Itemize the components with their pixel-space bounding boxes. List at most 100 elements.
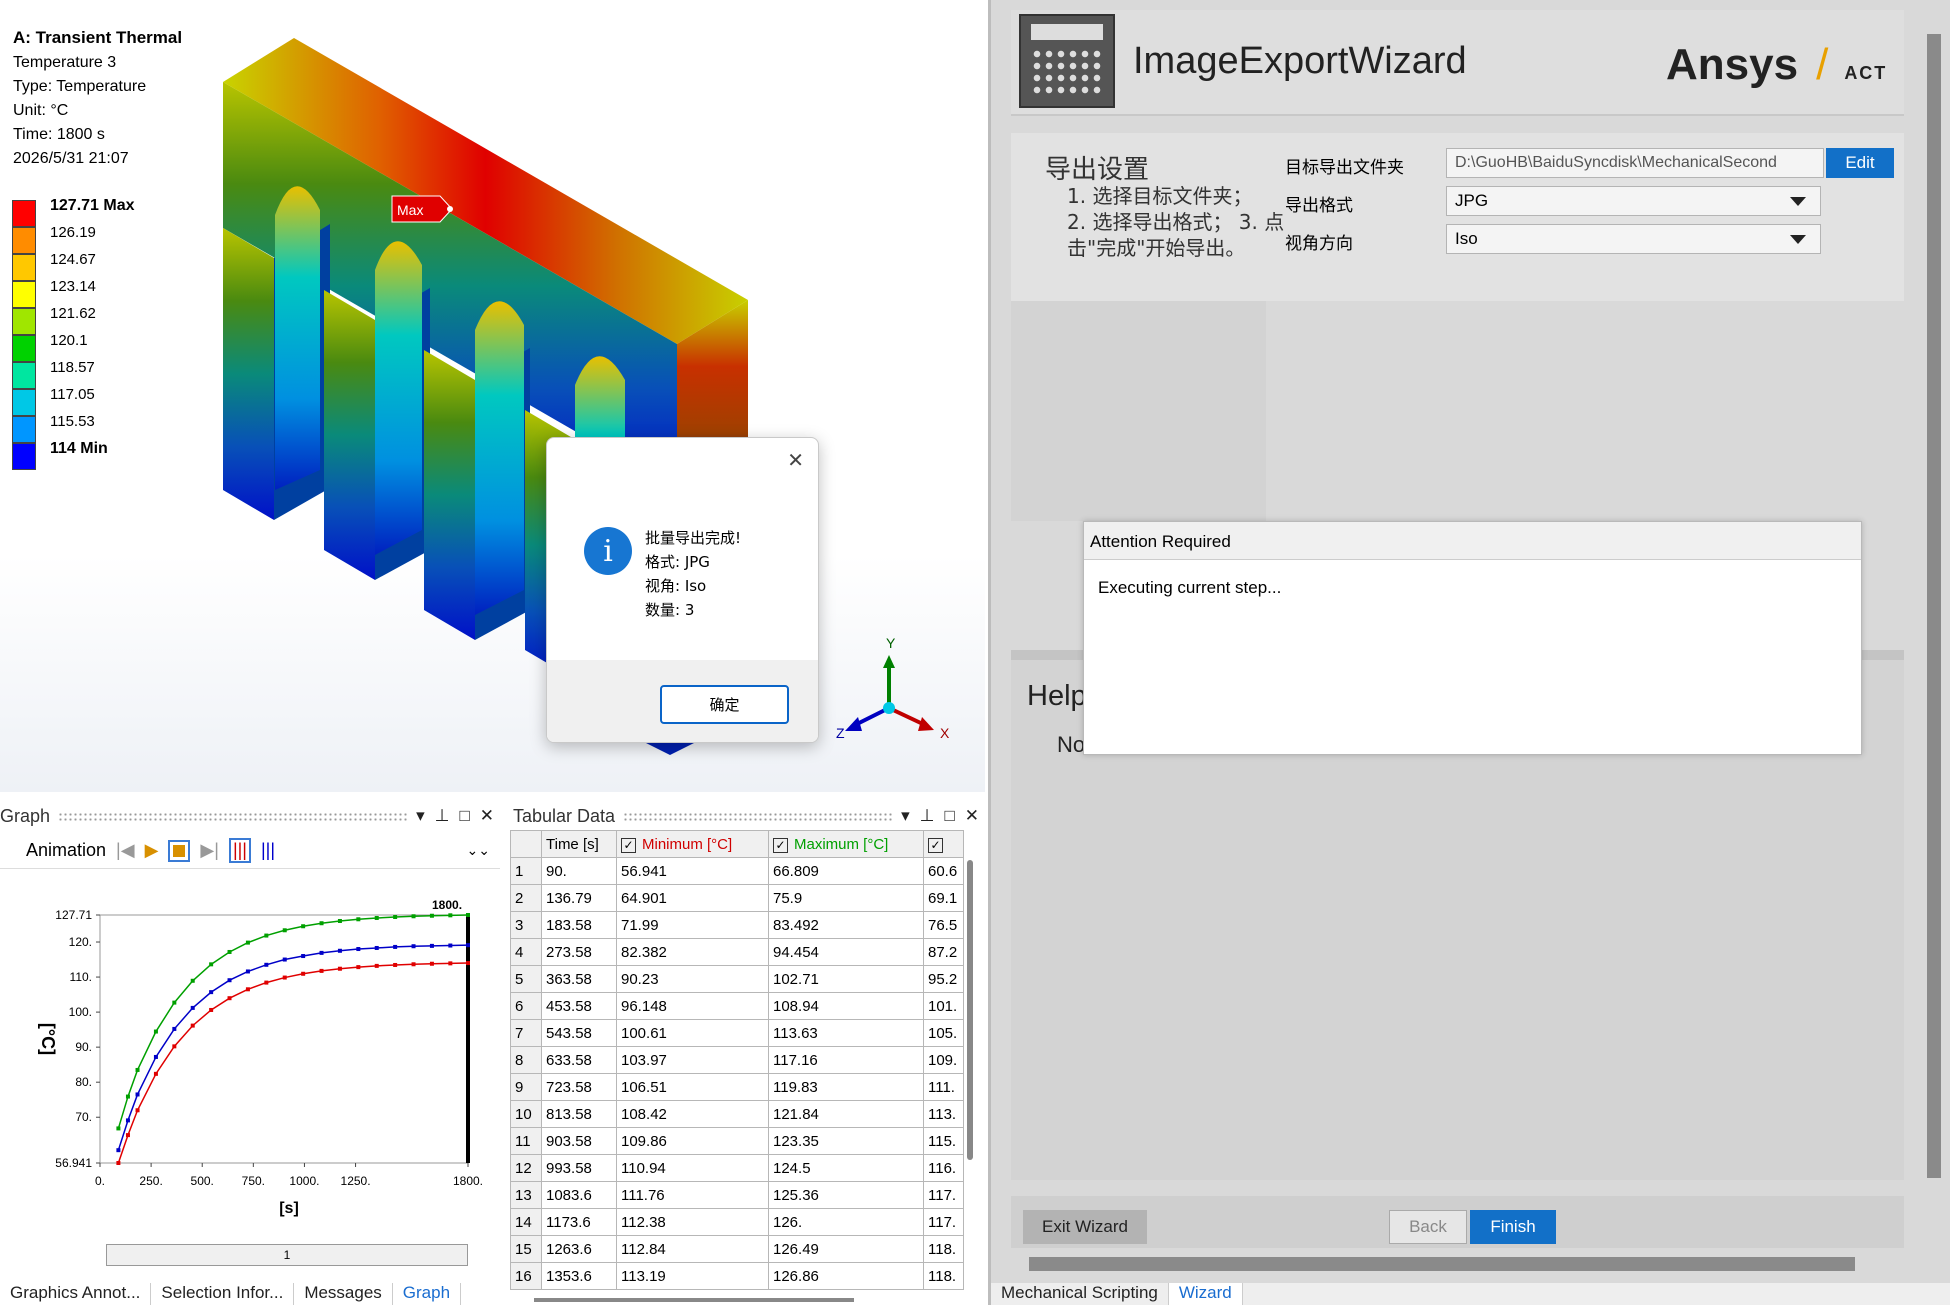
table-row[interactable]: 15 1263.6 112.84 126.49 118. (510, 1235, 964, 1263)
table-row[interactable]: 5 363.58 90.23 102.71 95.2 (510, 965, 964, 993)
table-cell[interactable]: 633.58 (541, 1046, 617, 1074)
table-cell[interactable]: 109.86 (616, 1127, 769, 1155)
table-cell[interactable]: 87.2 (923, 938, 964, 966)
table-cell[interactable]: 124.5 (768, 1154, 924, 1182)
table-row[interactable]: 1 90. 56.941 66.809 60.6 (510, 857, 964, 885)
table-row[interactable]: 8 633.58 103.97 117.16 109. (510, 1046, 964, 1074)
maximize-icon[interactable]: □ (459, 806, 469, 826)
table-row[interactable]: 9 723.58 106.51 119.83 111. (510, 1073, 964, 1101)
maximize-icon[interactable]: □ (944, 806, 954, 826)
table-cell[interactable]: 117. (923, 1181, 964, 1209)
folder-path-field[interactable]: D:\GuoHB\BaiduSyncdisk\MechanicalSecond (1446, 148, 1824, 178)
table-cell[interactable]: 453.58 (541, 992, 617, 1020)
format-select[interactable]: JPG (1446, 186, 1821, 216)
table-cell[interactable]: 113.19 (616, 1262, 769, 1290)
table-cell[interactable]: 7 (510, 1019, 542, 1047)
table-cell[interactable]: 136.79 (541, 884, 617, 912)
tab-graph[interactable]: Graph (392, 1283, 462, 1305)
table-cell[interactable]: 60.6 (923, 857, 964, 885)
table-cell[interactable]: 2 (510, 884, 542, 912)
ok-button[interactable]: 确定 (660, 685, 789, 724)
exit-wizard-button[interactable]: Exit Wizard (1023, 1210, 1147, 1244)
table-cell[interactable]: 94.454 (768, 938, 924, 966)
table-cell[interactable]: 16 (510, 1262, 542, 1290)
edit-button[interactable]: Edit (1826, 148, 1894, 178)
tab-wizard[interactable]: Wizard (1168, 1283, 1243, 1305)
table-cell[interactable]: 11 (510, 1127, 542, 1155)
table-cell[interactable]: 363.58 (541, 965, 617, 993)
table-cell[interactable]: 112.38 (616, 1208, 769, 1236)
checkbox-extra[interactable]: ✓ (928, 837, 943, 853)
col-header-maximum[interactable]: ✓ Maximum [°C] (768, 830, 924, 858)
col-header-extra[interactable]: ✓ (923, 830, 964, 858)
table-cell[interactable]: 15 (510, 1235, 542, 1263)
table-cell[interactable]: 4 (510, 938, 542, 966)
table-row[interactable]: 13 1083.6 111.76 125.36 117. (510, 1181, 964, 1209)
table-cell[interactable]: 90. (541, 857, 617, 885)
table-cell[interactable]: 64.901 (616, 884, 769, 912)
table-cell[interactable]: 115. (923, 1127, 964, 1155)
table-cell[interactable]: 6 (510, 992, 542, 1020)
table-cell[interactable]: 76.5 (923, 911, 964, 939)
table-cell[interactable]: 109. (923, 1046, 964, 1074)
table-cell[interactable]: 113.63 (768, 1019, 924, 1047)
view-select[interactable]: Iso (1446, 224, 1821, 254)
table-cell[interactable]: 101. (923, 992, 964, 1020)
table-row[interactable]: 10 813.58 108.42 121.84 113. (510, 1100, 964, 1128)
table-row[interactable]: 16 1353.6 113.19 126.86 118. (510, 1262, 964, 1290)
expand-toolbar-icon[interactable]: ⌄⌄ (467, 842, 490, 859)
table-cell[interactable]: 1353.6 (541, 1262, 617, 1290)
table-cell[interactable]: 1173.6 (541, 1208, 617, 1236)
col-header-time[interactable]: Time [s] (541, 830, 617, 858)
table-row[interactable]: 3 183.58 71.99 83.492 76.5 (510, 911, 964, 939)
table-cell[interactable]: 273.58 (541, 938, 617, 966)
step-back-icon[interactable]: |◀ (116, 840, 135, 861)
checkbox-minimum[interactable]: ✓ (621, 837, 636, 853)
table-cell[interactable]: 1 (510, 857, 542, 885)
table-cell[interactable]: 95.2 (923, 965, 964, 993)
table-hscrollbar[interactable] (534, 1298, 854, 1302)
checkbox-maximum[interactable]: ✓ (773, 837, 788, 853)
graphics-viewport[interactable]: Max Y X Z A: Transient Thermal Temperatu… (0, 0, 985, 792)
table-cell[interactable]: 1263.6 (541, 1235, 617, 1263)
wizard-vscrollbar[interactable] (1927, 34, 1941, 1178)
table-cell[interactable]: 813.58 (541, 1100, 617, 1128)
table-cell[interactable]: 100.61 (616, 1019, 769, 1047)
table-cell[interactable]: 993.58 (541, 1154, 617, 1182)
table-cell[interactable]: 903.58 (541, 1127, 617, 1155)
table-cell[interactable]: 14 (510, 1208, 542, 1236)
table-cell[interactable]: 119.83 (768, 1073, 924, 1101)
table-cell[interactable]: 543.58 (541, 1019, 617, 1047)
close-icon[interactable]: ✕ (965, 806, 979, 826)
table-cell[interactable]: 9 (510, 1073, 542, 1101)
pin-icon[interactable]: ⊥ (435, 806, 450, 826)
close-icon[interactable]: ✕ (480, 806, 494, 826)
table-cell[interactable]: 71.99 (616, 911, 769, 939)
table-cell[interactable]: 56.941 (616, 857, 769, 885)
tab-selection-information[interactable]: Selection Infor... (151, 1283, 295, 1305)
table-cell[interactable]: 113. (923, 1100, 964, 1128)
table-cell[interactable]: 90.23 (616, 965, 769, 993)
table-row[interactable]: 7 543.58 100.61 113.63 105. (510, 1019, 964, 1047)
table-cell[interactable]: 723.58 (541, 1073, 617, 1101)
table-cell[interactable]: 10 (510, 1100, 542, 1128)
dropdown-icon[interactable]: ▾ (901, 806, 910, 826)
close-icon[interactable]: ✕ (787, 448, 804, 473)
stop-icon[interactable] (168, 839, 191, 862)
table-cell[interactable]: 125.36 (768, 1181, 924, 1209)
table-cell[interactable]: 12 (510, 1154, 542, 1182)
table-cell[interactable]: 108.42 (616, 1100, 769, 1128)
table-cell[interactable]: 111. (923, 1073, 964, 1101)
table-cell[interactable]: 111.76 (616, 1181, 769, 1209)
table-cell[interactable]: 3 (510, 911, 542, 939)
table-cell[interactable]: 112.84 (616, 1235, 769, 1263)
table-cell[interactable]: 126. (768, 1208, 924, 1236)
table-cell[interactable]: 108.94 (768, 992, 924, 1020)
table-cell[interactable]: 82.382 (616, 938, 769, 966)
tab-graphics-annotations[interactable]: Graphics Annot... (0, 1283, 152, 1305)
table-cell[interactable]: 5 (510, 965, 542, 993)
table-cell[interactable]: 110.94 (616, 1154, 769, 1182)
back-button[interactable]: Back (1389, 1210, 1467, 1244)
table-cell[interactable]: 126.49 (768, 1235, 924, 1263)
temperature-chart[interactable]: 127.71 120. 110. 100. 90. 80. 70. 56.9410. 250. 5… (0, 875, 500, 1255)
